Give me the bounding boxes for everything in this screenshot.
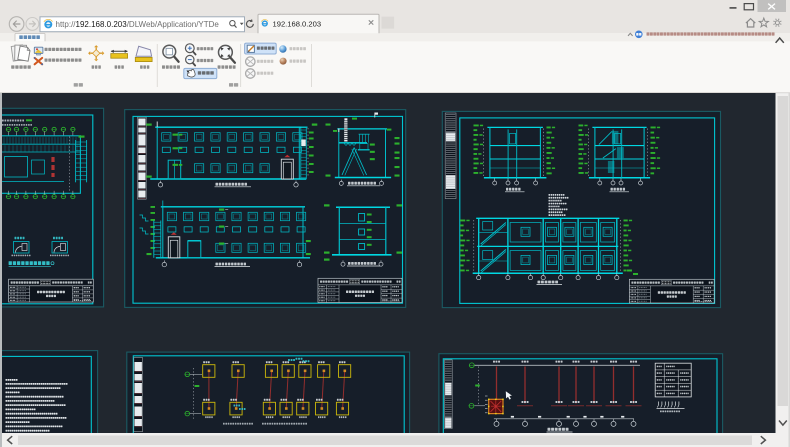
svg-text:192.168.0.203: 192.168.0.203 <box>273 20 322 29</box>
svg-text:http://192.168.0.203/DLWeb/App: http://192.168.0.203/DLWeb/Application/Y… <box>56 20 220 29</box>
